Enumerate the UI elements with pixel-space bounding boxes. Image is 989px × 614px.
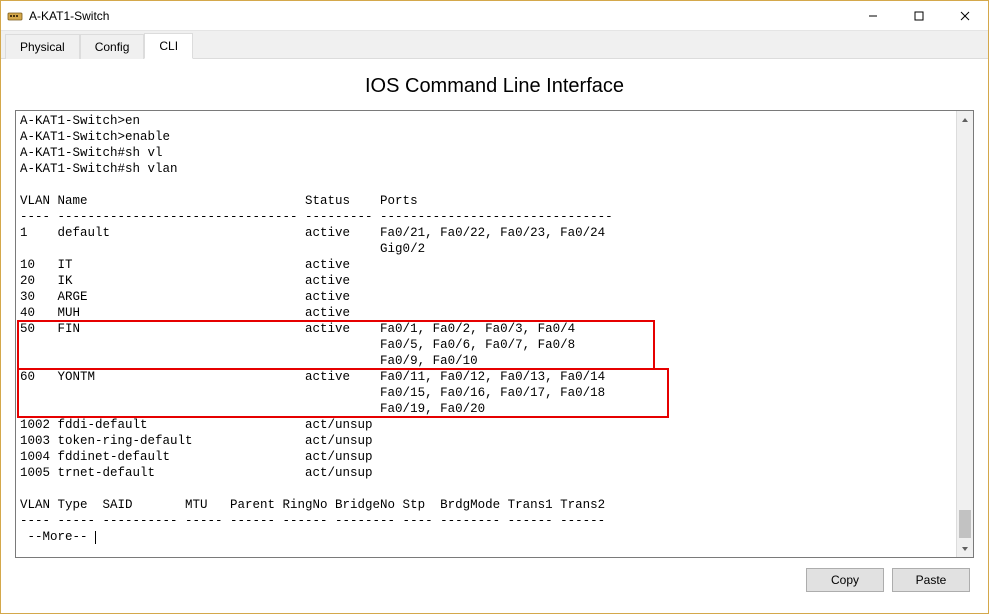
copy-button[interactable]: Copy [806,568,884,592]
terminal-line: Fa0/19, Fa0/20 [20,402,485,416]
terminal[interactable]: A-KAT1-Switch>en A-KAT1-Switch>enable A-… [16,111,956,557]
terminal-line: A-KAT1-Switch#sh vlan [20,162,178,176]
minimize-button[interactable] [850,1,896,30]
window-controls [850,1,988,30]
terminal-line: Fa0/9, Fa0/10 [20,354,478,368]
terminal-line: 20 IK active [20,274,380,288]
terminal-line: 30 ARGE active [20,290,380,304]
text-cursor [95,531,96,544]
terminal-line: 50 FIN active Fa0/1, Fa0/2, Fa0/3, Fa0/4 [20,322,575,336]
scroll-down-icon[interactable] [957,540,973,557]
terminal-line: ---- -------------------------------- --… [20,210,613,224]
terminal-line: A-KAT1-Switch>enable [20,130,170,144]
terminal-line: 1004 fddinet-default act/unsup [20,450,380,464]
terminal-line: 1002 fddi-default act/unsup [20,418,380,432]
terminal-line: VLAN Type SAID MTU Parent RingNo BridgeN… [20,498,605,512]
terminal-line: ---- ----- ---------- ----- ------ -----… [20,514,605,528]
scroll-thumb[interactable] [959,510,971,538]
terminal-wrap: A-KAT1-Switch>en A-KAT1-Switch>enable A-… [15,110,974,558]
cli-heading: IOS Command Line Interface [15,75,974,98]
paste-button[interactable]: Paste [892,568,970,592]
app-icon [7,8,23,24]
scroll-track[interactable] [957,128,973,540]
close-button[interactable] [942,1,988,30]
content-area: IOS Command Line Interface A-KAT1-Switch… [1,59,988,602]
terminal-line: 40 MUH active [20,306,380,320]
tabs-row: Physical Config CLI [1,31,988,59]
terminal-line: Fa0/15, Fa0/16, Fa0/17, Fa0/18 [20,386,605,400]
scrollbar[interactable] [956,111,973,557]
terminal-line: --More-- [20,530,95,544]
maximize-button[interactable] [896,1,942,30]
terminal-line: Fa0/5, Fa0/6, Fa0/7, Fa0/8 [20,338,575,352]
terminal-line: A-KAT1-Switch>en [20,114,140,128]
tab-cli[interactable]: CLI [144,33,193,59]
titlebar: A-KAT1-Switch [1,1,988,31]
terminal-line: 1 default active Fa0/21, Fa0/22, Fa0/23,… [20,226,605,240]
buttons-row: Copy Paste [15,568,974,592]
terminal-line: Gig0/2 [20,242,425,256]
terminal-line: 1005 trnet-default act/unsup [20,466,380,480]
tab-physical[interactable]: Physical [5,34,80,59]
tab-config[interactable]: Config [80,34,145,59]
terminal-line: 60 YONTM active Fa0/11, Fa0/12, Fa0/13, … [20,370,605,384]
terminal-line: A-KAT1-Switch#sh vl [20,146,163,160]
window-title: A-KAT1-Switch [29,9,850,23]
scroll-up-icon[interactable] [957,111,973,128]
terminal-line: 1003 token-ring-default act/unsup [20,434,380,448]
terminal-line: VLAN Name Status Ports [20,194,418,208]
terminal-line: 10 IT active [20,258,380,272]
